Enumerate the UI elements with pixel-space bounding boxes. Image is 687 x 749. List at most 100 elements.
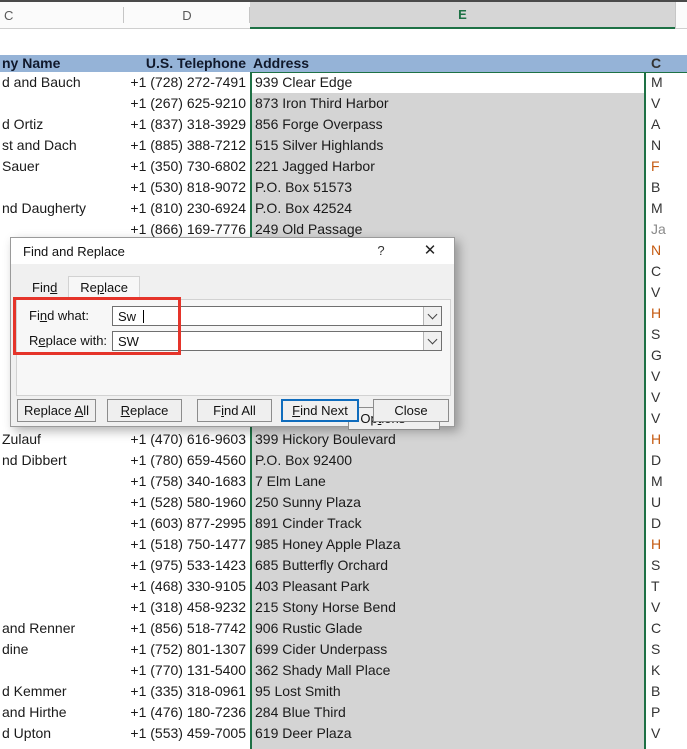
cell-city[interactable]: B (646, 177, 687, 198)
cell-company-name[interactable] (0, 177, 124, 198)
cell-city[interactable]: S (646, 555, 687, 576)
header-us-telephone[interactable]: U.S. Telephone (124, 55, 248, 72)
cell-address[interactable]: 403 Pleasant Park (248, 576, 646, 597)
cell-address[interactable]: P.O. Box 42524 (248, 198, 646, 219)
cell-telephone[interactable]: +1 (770) 131-5400 (124, 660, 248, 681)
cell-address[interactable]: 619 Deer Plaza (248, 723, 646, 744)
cell-city[interactable]: D (646, 450, 687, 471)
cell-city[interactable]: M (646, 471, 687, 492)
cell-address[interactable]: 856 Forge Overpass (248, 114, 646, 135)
cell-address[interactable]: 95 Lost Smith (248, 681, 646, 702)
cell-company-name[interactable]: Sauer (0, 156, 124, 177)
cell-telephone[interactable]: +1 (752) 801-1307 (124, 639, 248, 660)
cell-telephone[interactable]: +1 (810) 230-6924 (124, 198, 248, 219)
find-what-dropdown-button[interactable] (423, 307, 441, 325)
cell-city[interactable]: V (646, 597, 687, 618)
cell-address[interactable]: 699 Cider Underpass (248, 639, 646, 660)
cell-city[interactable]: K (646, 660, 687, 681)
cell-company-name[interactable] (0, 576, 124, 597)
tab-find[interactable]: Find (21, 277, 68, 299)
cell-telephone[interactable]: +1 (758) 340-1683 (124, 471, 248, 492)
cell-address[interactable]: 985 Honey Apple Plaza (248, 534, 646, 555)
cell-company-name[interactable]: and Renner (0, 618, 124, 639)
cell-telephone[interactable]: +1 (837) 318-3929 (124, 114, 248, 135)
replace-with-dropdown-button[interactable] (423, 332, 441, 350)
close-button[interactable]: Close (373, 399, 449, 422)
cell-company-name[interactable] (0, 534, 124, 555)
cell-city[interactable]: B (646, 681, 687, 702)
find-next-button[interactable]: Find Next (281, 399, 359, 422)
cell-telephone[interactable]: +1 (267) 625-9210 (124, 93, 248, 114)
header-company-name[interactable]: ny Name (0, 55, 124, 72)
cell-company-name[interactable]: d and Bauch (0, 72, 124, 93)
cell-company-name[interactable]: nd Daugherty (0, 198, 124, 219)
cell-company-name[interactable]: st and Dach (0, 135, 124, 156)
find-all-button[interactable]: Find All (197, 399, 272, 422)
cell-company-name[interactable] (0, 93, 124, 114)
cell-address[interactable]: 221 Jagged Harbor (248, 156, 646, 177)
cell-city[interactable]: V (646, 387, 687, 408)
cell-address[interactable]: 399 Hickory Boulevard (248, 429, 646, 450)
cell-city[interactable]: V (646, 366, 687, 387)
column-header-C[interactable]: C (0, 2, 124, 29)
cell-telephone[interactable]: +1 (476) 180-7236 (124, 702, 248, 723)
cell-address[interactable]: P.O. Box 92400 (248, 450, 646, 471)
replace-all-button[interactable]: Replace All (17, 399, 96, 422)
cell-company-name[interactable]: and Hirthe (0, 702, 124, 723)
cell-telephone[interactable]: +1 (856) 518-7742 (124, 618, 248, 639)
cell-telephone[interactable]: +1 (335) 318-0961 (124, 681, 248, 702)
cell-address[interactable]: 284 Blue Third (248, 702, 646, 723)
cell-telephone[interactable]: +1 (603) 877-2995 (124, 513, 248, 534)
cell-city[interactable]: V (646, 408, 687, 429)
cell-address[interactable]: 906 Rustic Glade (248, 618, 646, 639)
cell-city[interactable]: T (646, 576, 687, 597)
cell-telephone[interactable]: +1 (530) 818-9072 (124, 177, 248, 198)
cell-address[interactable]: 515 Silver Highlands (248, 135, 646, 156)
column-header-F-partial[interactable] (675, 2, 687, 29)
close-icon[interactable]: ✕ (420, 241, 440, 261)
cell-city[interactable]: M (646, 198, 687, 219)
cell-city[interactable]: C (646, 618, 687, 639)
cell-address[interactable]: 250 Sunny Plaza (248, 492, 646, 513)
cell-address[interactable]: 215 Stony Horse Bend (248, 597, 646, 618)
header-city[interactable]: C (646, 55, 687, 72)
cell-city[interactable]: U (646, 492, 687, 513)
cell-telephone[interactable]: +1 (975) 533-1423 (124, 555, 248, 576)
cell-address[interactable]: P.O. Box 51573 (248, 177, 646, 198)
cell-company-name[interactable] (0, 513, 124, 534)
cell-telephone[interactable]: +1 (518) 750-1477 (124, 534, 248, 555)
cell-city[interactable]: F (646, 156, 687, 177)
cell-address[interactable]: 873 Iron Third Harbor (248, 93, 646, 114)
cell-address[interactable]: 891 Cinder Track (248, 513, 646, 534)
cell-company-name[interactable]: Zulauf (0, 429, 124, 450)
cell-company-name[interactable]: d Kemmer (0, 681, 124, 702)
cell-company-name[interactable] (0, 471, 124, 492)
cell-telephone[interactable]: +1 (318) 458-9232 (124, 597, 248, 618)
cell-address[interactable]: 7 Elm Lane (248, 471, 646, 492)
cell-address[interactable]: 362 Shady Mall Place (248, 660, 646, 681)
cell-city[interactable]: M (646, 72, 687, 93)
cell-company-name[interactable]: nd Dibbert (0, 450, 124, 471)
cell-city[interactable]: H (646, 429, 687, 450)
cell-city[interactable]: Ja (646, 219, 687, 240)
cell-company-name[interactable]: dine (0, 639, 124, 660)
cell-company-name[interactable]: d Upton (0, 723, 124, 744)
cell-address[interactable]: 939 Clear Edge (248, 72, 646, 93)
cell-city[interactable]: V (646, 282, 687, 303)
cell-telephone[interactable]: +1 (728) 272-7491 (124, 72, 248, 93)
cell-telephone[interactable]: +1 (885) 388-7212 (124, 135, 248, 156)
cell-city[interactable]: N (646, 135, 687, 156)
cell-city[interactable]: V (646, 723, 687, 744)
cell-city[interactable]: D (646, 513, 687, 534)
cell-city[interactable]: S (646, 639, 687, 660)
cell-city[interactable]: H (646, 534, 687, 555)
cell-address[interactable]: 685 Butterfly Orchard (248, 555, 646, 576)
replace-button[interactable]: Replace (107, 399, 182, 422)
cell-company-name[interactable] (0, 597, 124, 618)
cell-telephone[interactable]: +1 (528) 580-1960 (124, 492, 248, 513)
cell-city[interactable]: V (646, 93, 687, 114)
cell-city[interactable]: N (646, 240, 687, 261)
cell-city[interactable]: G (646, 345, 687, 366)
column-header-D[interactable]: D (124, 2, 250, 29)
column-header-E-selected[interactable]: E (250, 2, 675, 29)
